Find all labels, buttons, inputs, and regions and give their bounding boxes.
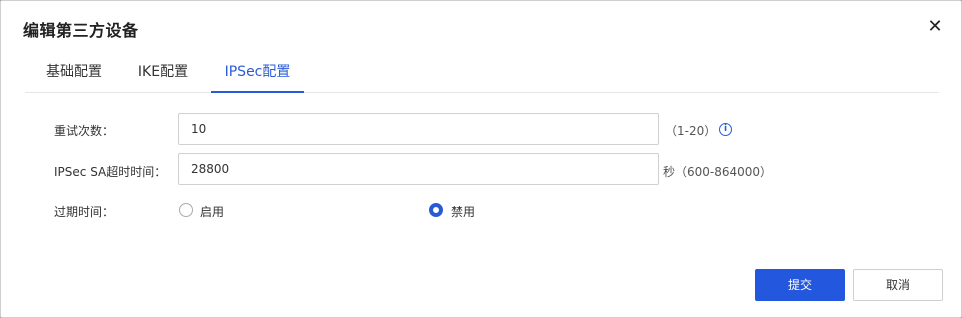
sa-timeout-label: IPSec SA超时时间： [54,165,167,179]
sa-timeout-input[interactable] [178,153,659,185]
retry-input[interactable] [178,113,659,145]
expire-enable-radio[interactable] [179,203,193,217]
close-icon[interactable]: ✕ [925,17,945,37]
sa-timeout-hint: 秒（600-864000） [663,165,773,179]
expire-disable-label: 禁用 [451,205,476,219]
expire-disable-radio[interactable] [429,203,443,217]
tab-basic-config[interactable]: 基础配置 [45,57,103,93]
expire-label: 过期时间： [54,205,115,219]
cancel-button[interactable]: 取消 [853,269,943,301]
submit-button[interactable]: 提交 [755,269,845,301]
retry-label: 重试次数： [54,124,115,138]
expire-enable-label: 启用 [200,205,225,219]
tab-ike-config[interactable]: IKE配置 [137,57,189,93]
edit-device-dialog: 编辑第三方设备 ✕ 基础配置 IKE配置 IPSec配置 重试次数： （1-20… [0,0,962,318]
tab-bar: 基础配置 IKE配置 IPSec配置 [25,57,939,93]
dialog-title: 编辑第三方设备 [23,21,139,40]
info-icon[interactable]: i [719,123,732,136]
retry-hint: （1-20） [665,124,717,138]
tab-ipsec-config[interactable]: IPSec配置 [211,57,304,93]
